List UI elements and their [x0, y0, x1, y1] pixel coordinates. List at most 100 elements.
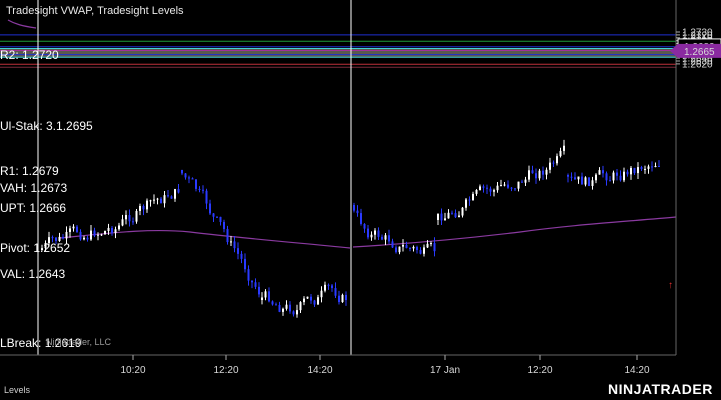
value-area-fill: [0, 48, 676, 58]
candle-body: [310, 296, 312, 301]
candle-body: [454, 213, 457, 218]
candle-body: [503, 184, 506, 186]
candle-body: [209, 203, 211, 214]
time-tick-label: 10:20: [120, 365, 145, 376]
candle-body: [174, 189, 176, 199]
candle-body: [128, 215, 131, 222]
candle-body: [556, 156, 558, 164]
candle-body: [303, 298, 305, 303]
candle-body: [125, 215, 127, 220]
candle-body: [188, 177, 190, 179]
candle-body: [595, 174, 597, 181]
candle-body: [426, 243, 429, 248]
candle-body: [264, 291, 267, 298]
candle-body: [247, 269, 250, 281]
candle-body: [345, 294, 347, 301]
vah-level-label: VAH: 1.2673: [0, 181, 68, 195]
candle-body: [437, 213, 439, 220]
levels-tab-label[interactable]: Levels: [4, 385, 30, 395]
time-tick-label: 14:20: [624, 365, 649, 376]
candle-body: [111, 227, 113, 234]
candle-body: [651, 166, 653, 168]
candle-body: [156, 198, 159, 200]
candle-body: [135, 210, 138, 222]
candle-body: [367, 228, 369, 238]
candle-body: [374, 230, 376, 235]
candle-body: [163, 195, 166, 204]
candle-body: [285, 304, 288, 309]
candle-body: [327, 284, 330, 286]
candle-body: [468, 199, 471, 201]
candle-body: [500, 185, 502, 187]
candle-body: [317, 297, 319, 305]
candle-body: [299, 302, 302, 311]
candle-body: [121, 219, 124, 226]
candle-body: [616, 172, 618, 176]
candle-body: [552, 162, 555, 164]
candle-body: [507, 184, 509, 188]
candle-body: [338, 295, 340, 303]
candle-body: [191, 178, 194, 180]
candle-body: [195, 179, 197, 189]
candle-body: [416, 246, 418, 251]
candle-body: [514, 188, 516, 190]
candle-body: [114, 229, 117, 234]
candle-body: [461, 207, 464, 216]
r2-level-label: R2: 1.2720: [0, 48, 59, 62]
candle-body: [76, 226, 78, 232]
candle-body: [177, 189, 180, 193]
candle-body: [149, 200, 152, 202]
candle-body: [202, 189, 204, 191]
candle-body: [324, 284, 326, 291]
candle-body: [313, 300, 316, 305]
candle-body: [409, 248, 411, 250]
time-tick-label: 12:20: [527, 365, 552, 376]
candle-body: [444, 218, 446, 221]
candle-body: [100, 234, 103, 236]
candle-body: [493, 190, 495, 192]
candle-body: [219, 216, 222, 222]
candle-body: [567, 175, 569, 177]
candle-body: [545, 169, 548, 175]
candle-body: [118, 225, 120, 230]
candle-body: [240, 253, 243, 259]
candle-body: [402, 244, 404, 247]
candle-body: [93, 230, 96, 236]
candle-body: [275, 304, 277, 306]
time-tick-label: 17 Jan: [430, 365, 460, 376]
candle-body: [423, 247, 425, 254]
candle-body: [640, 167, 643, 169]
candle-body: [388, 235, 390, 242]
candle-body: [521, 181, 523, 183]
candle-body: [574, 177, 576, 180]
alert-arrow-icon: ↑: [668, 280, 673, 291]
candle-body: [153, 199, 155, 201]
candle-body: [356, 210, 359, 214]
candle-body: [637, 167, 639, 174]
brand-text: NINJATRADER: [608, 381, 713, 397]
candle-body: [282, 308, 284, 312]
candle-body: [268, 291, 270, 302]
candle-body: [292, 311, 295, 315]
candle-body: [458, 215, 460, 218]
price-tick-label: 1.2620: [682, 59, 713, 70]
candle-body: [472, 193, 474, 201]
candle-body: [549, 162, 551, 170]
candle-body: [132, 221, 134, 223]
candle-body: [230, 241, 232, 243]
candle-body: [51, 237, 54, 239]
candle-body: [360, 213, 362, 224]
candle-body: [391, 241, 394, 248]
candle-body: [237, 248, 239, 254]
value-area-band: [0, 48, 676, 58]
vwap-price-value: 1.2665: [684, 47, 715, 58]
candle-body: [334, 288, 337, 296]
candle-body: [184, 173, 187, 178]
time-tick-label: 14:20: [307, 365, 332, 376]
candle-body: [289, 304, 291, 312]
candle-body: [363, 223, 366, 229]
candle-body: [524, 179, 527, 183]
candle-body: [626, 171, 629, 175]
candle-body: [212, 213, 215, 217]
candle-body: [395, 247, 397, 253]
